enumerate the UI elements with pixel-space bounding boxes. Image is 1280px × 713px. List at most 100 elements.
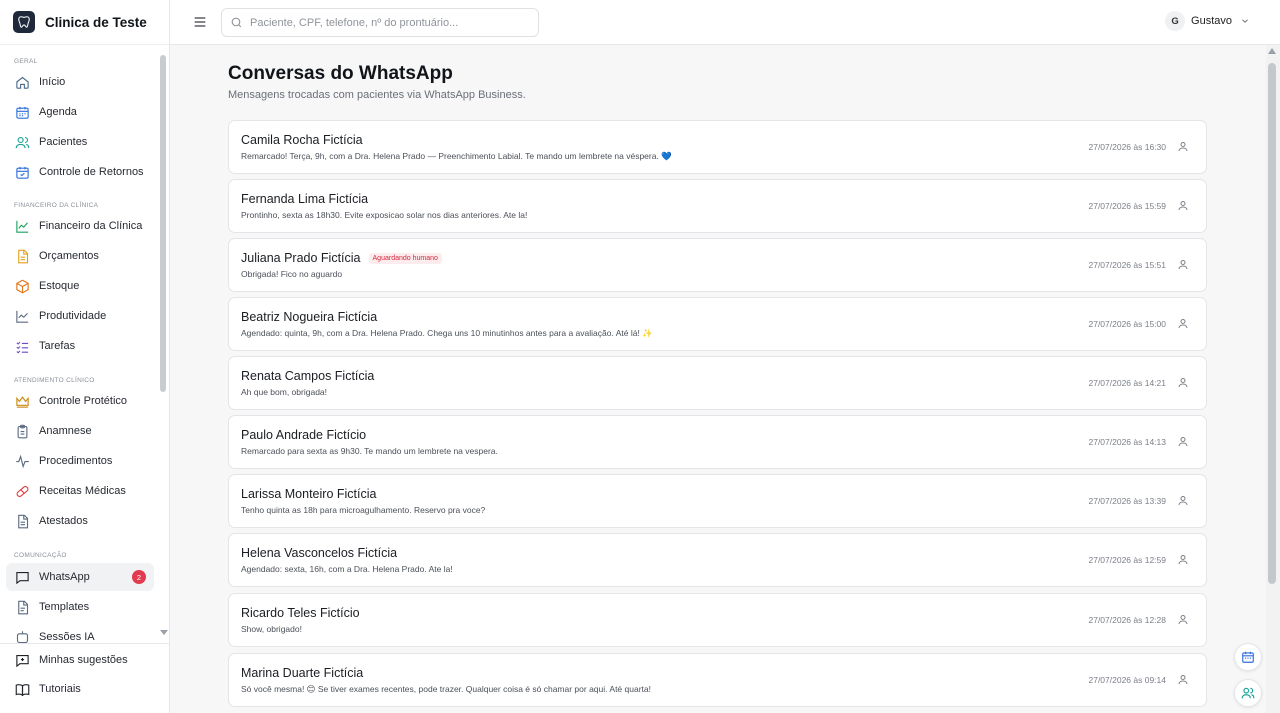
sidebar-item-label: Tarefas (39, 340, 76, 352)
ai-icon (15, 630, 30, 644)
conversation-item[interactable]: Ricardo Teles Fictício Show, obrigado! 2… (228, 593, 1207, 647)
sidebar-item-tutoriais[interactable]: Tutoriais (6, 675, 154, 703)
user-menu[interactable]: G Gustavo (1165, 11, 1250, 31)
sidebar-item-label: Agenda (39, 106, 77, 118)
sidebar-item-tarefas[interactable]: Tarefas (6, 332, 154, 360)
search-box[interactable] (221, 8, 539, 37)
sidebar-item-estoque[interactable]: Estoque (6, 272, 154, 300)
section-title-comunicacao: COMUNICAÇÃO (14, 552, 67, 559)
last-message: Prontinho, sexta as 18h30. Evite exposic… (241, 210, 528, 220)
page-scrollbar-thumb[interactable] (1268, 63, 1276, 584)
conversation-item[interactable]: Beatriz Nogueira Fictícia Agendado: quin… (228, 297, 1207, 351)
person-icon[interactable] (1177, 673, 1189, 686)
conversation-item[interactable]: Juliana Prado Fictícia Aguardando humano … (228, 238, 1207, 292)
sidebar-item-label: Início (39, 76, 66, 88)
sidebar-item-produtividade[interactable]: Produtividade (6, 302, 154, 330)
clipboard-icon (15, 424, 30, 439)
person-icon[interactable] (1177, 494, 1189, 507)
trend-icon (15, 309, 30, 324)
home-icon (15, 75, 30, 90)
chevron-down-icon (1242, 19, 1248, 23)
person-icon[interactable] (1177, 613, 1189, 626)
sidebar-item-receitas[interactable]: Receitas Médicas (6, 477, 154, 505)
document-icon (15, 249, 30, 264)
contact-name: Renata Campos Fictícia (241, 369, 375, 383)
person-icon[interactable] (1177, 317, 1189, 330)
sidebar-scroll-down-arrow[interactable] (160, 630, 168, 635)
template-icon (15, 600, 30, 615)
sidebar-item-controle-retornos[interactable]: Controle de Retornos (6, 158, 154, 186)
calendar-icon (1242, 651, 1254, 663)
topbar: G Gustavo (170, 0, 1280, 45)
message-time: 27/07/2026 às 13:39 (1088, 496, 1166, 506)
person-icon[interactable] (1177, 435, 1189, 448)
sidebar-item-label: Atestados (39, 515, 88, 527)
person-icon[interactable] (1177, 553, 1189, 566)
hamburger-icon (194, 17, 206, 27)
sidebar-item-anamnese[interactable]: Anamnese (6, 417, 154, 445)
contact-name: Larissa Monteiro Fictícia (241, 487, 377, 501)
sidebar-item-label: Minhas sugestões (39, 654, 128, 666)
conversation-item[interactable]: Marina Duarte Fictícia Só você mesma! 😊 … (228, 653, 1207, 707)
sidebar-scrollbar[interactable] (160, 55, 166, 392)
brand-name: Clinica de Teste (45, 14, 147, 30)
conversation-item[interactable]: Camila Rocha Fictícia Remarcado! Terça, … (228, 120, 1207, 174)
conversation-item[interactable]: Fernanda Lima Fictícia Prontinho, sexta … (228, 179, 1207, 233)
sidebar-item-label: Receitas Médicas (39, 485, 126, 497)
message-time: 27/07/2026 às 09:14 (1088, 675, 1166, 685)
section-title-geral: GERAL (14, 58, 38, 65)
last-message: Agendado: quinta, 9h, com a Dra. Helena … (241, 328, 653, 338)
users-icon (15, 135, 30, 150)
sidebar-item-controle-protetico[interactable]: Controle Protético (6, 387, 154, 415)
menu-toggle-button[interactable] (192, 14, 208, 30)
conversation-item[interactable]: Renata Campos Fictícia Ah que bom, obrig… (228, 356, 1207, 410)
message-time: 27/07/2026 às 14:21 (1088, 378, 1166, 388)
sidebar-item-sugestoes[interactable]: Minhas sugestões (6, 646, 154, 674)
search-icon (231, 17, 242, 28)
person-icon[interactable] (1177, 258, 1189, 271)
brand[interactable]: Clinica de Teste (0, 0, 169, 45)
conversation-item[interactable]: Larissa Monteiro Fictícia Tenho quinta a… (228, 474, 1207, 528)
page-scroll-up-arrow[interactable] (1268, 48, 1276, 54)
sidebar-item-label: Procedimentos (39, 455, 113, 467)
sidebar-item-label: Sessões IA (39, 631, 95, 643)
sidebar-item-whatsapp[interactable]: WhatsApp 2 (6, 563, 154, 591)
last-message: Só você mesma! 😊 Se tiver exames recente… (241, 684, 651, 694)
sidebar-item-pacientes[interactable]: Pacientes (6, 128, 154, 156)
pill-icon (15, 484, 30, 499)
message-time: 27/07/2026 às 16:30 (1088, 142, 1166, 152)
last-message: Obrigada! Fico no aguardo (241, 269, 343, 279)
sidebar-item-financeiro[interactable]: Financeiro da Clínica (6, 212, 154, 240)
checklist-icon (15, 339, 30, 354)
sidebar-item-orcamentos[interactable]: Orçamentos (6, 242, 154, 270)
sidebar-item-label: Tutoriais (39, 683, 81, 695)
file-icon (15, 514, 30, 529)
patients-fab-button[interactable] (1234, 679, 1262, 707)
last-message: Agendado: sexta, 16h, com a Dra. Helena … (241, 564, 453, 574)
contact-name: Paulo Andrade Fictício (241, 428, 367, 442)
contact-name: Fernanda Lima Fictícia (241, 192, 369, 206)
calendar-fab-button[interactable] (1234, 643, 1262, 671)
unread-badge: 2 (132, 570, 146, 584)
person-icon[interactable] (1177, 199, 1189, 212)
sidebar-item-procedimentos[interactable]: Procedimentos (6, 447, 154, 475)
sidebar-item-agenda[interactable]: Agenda (6, 98, 154, 126)
sidebar-item-templates[interactable]: Templates (6, 593, 154, 621)
page-title: Conversas do WhatsApp (228, 63, 453, 84)
conversation-item[interactable]: Helena Vasconcelos Fictícia Agendado: se… (228, 533, 1207, 587)
sidebar-item-inicio[interactable]: Início (6, 68, 154, 96)
contact-name: Marina Duarte Fictícia (241, 666, 364, 680)
users-icon (1241, 687, 1255, 699)
sidebar-item-atestados[interactable]: Atestados (6, 507, 154, 535)
person-icon[interactable] (1177, 140, 1189, 153)
last-message: Remarcado para sexta as 9h30. Te mando u… (241, 446, 498, 456)
last-message: Tenho quinta as 18h para microagulhament… (241, 505, 486, 515)
contact-name: Juliana Prado Fictícia (241, 251, 361, 265)
search-input[interactable] (250, 16, 520, 29)
person-icon[interactable] (1177, 376, 1189, 389)
sidebar-item-sessoes-ia[interactable]: Sessões IA (6, 623, 154, 643)
sidebar-footer: Minhas sugestões Tutoriais (0, 643, 169, 713)
crown-icon (15, 394, 30, 409)
sidebar-nav: GERAL Início Agenda Pacientes Controle d… (0, 45, 160, 643)
conversation-item[interactable]: Paulo Andrade Fictício Remarcado para se… (228, 415, 1207, 469)
